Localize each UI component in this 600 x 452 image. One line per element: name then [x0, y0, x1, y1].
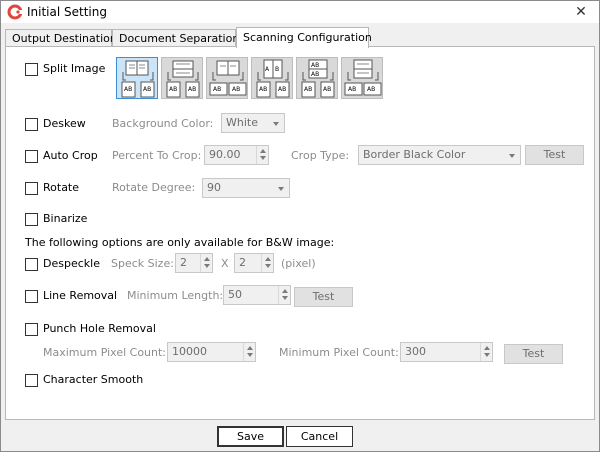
rotate-degree-select[interactable]: 90 — [202, 178, 290, 198]
split-layout-4-icon[interactable]: A B AB AB — [251, 57, 293, 99]
maximum-pixel-count-value: 10000 — [172, 345, 207, 358]
line-removal-test-button[interactable]: Test — [294, 287, 353, 307]
maximum-pixel-count-label: Maximum Pixel Count: — [43, 346, 167, 359]
rotate-checkbox[interactable] — [25, 182, 38, 195]
background-color-label: Background Color: — [112, 117, 214, 130]
binarize-checkbox[interactable] — [25, 213, 38, 226]
minimum-length-value: 50 — [228, 288, 242, 301]
minimum-pixel-count-input[interactable]: 300 — [400, 342, 493, 362]
auto-crop-checkbox[interactable] — [25, 150, 38, 163]
svg-text:AB: AB — [124, 86, 132, 93]
chevron-down-icon — [509, 154, 515, 158]
svg-text:AB: AB — [169, 86, 177, 93]
auto-crop-test-button[interactable]: Test — [525, 145, 584, 165]
bw-options-note: The following options are only available… — [25, 236, 335, 249]
speck-width-spinner[interactable] — [200, 254, 212, 272]
background-color-select[interactable]: White — [221, 113, 285, 133]
minimum-pixel-count-spinner[interactable] — [480, 343, 492, 361]
maximum-pixel-count-spinner[interactable] — [243, 343, 255, 361]
minimum-length-input[interactable]: 50 — [223, 285, 291, 305]
cancel-button[interactable]: Cancel — [286, 426, 353, 447]
auto-crop-label: Auto Crop — [43, 149, 98, 162]
rotate-degree-value: 90 — [207, 181, 221, 194]
svg-text:AB: AB — [348, 86, 356, 93]
minimum-length-label: Minimum Length: — [127, 289, 224, 302]
close-icon[interactable]: ✕ — [571, 2, 591, 22]
speck-size-label: Speck Size: — [111, 257, 174, 270]
line-removal-label: Line Removal — [43, 289, 118, 302]
tab-document-separation[interactable]: Document Separation — [112, 29, 239, 47]
initial-setting-dialog: Initial Setting ✕ Output Destination Doc… — [0, 0, 600, 452]
crop-type-value: Border Black Color — [363, 148, 466, 161]
svg-text:AB: AB — [323, 86, 331, 93]
svg-text:AB: AB — [232, 86, 240, 93]
app-logo-icon — [7, 4, 23, 20]
speck-unit-label: (pixel) — [281, 257, 316, 270]
svg-text:AB: AB — [367, 86, 375, 93]
svg-text:AB: AB — [213, 86, 221, 93]
split-layout-3-icon[interactable]: AB AB — [206, 57, 248, 99]
speck-width-input[interactable]: 2 — [175, 253, 213, 273]
save-button[interactable]: Save — [217, 426, 284, 447]
svg-text:AB: AB — [311, 62, 319, 69]
split-layout-6-icon[interactable]: AB AB — [341, 57, 383, 99]
svg-text:B: B — [275, 66, 279, 73]
speck-height-value: 2 — [239, 256, 246, 269]
title-bar: Initial Setting ✕ — [1, 1, 599, 23]
window-title: Initial Setting — [27, 5, 107, 19]
character-smooth-checkbox[interactable] — [25, 374, 38, 387]
despeckle-checkbox[interactable] — [25, 258, 38, 271]
punch-hole-test-button[interactable]: Test — [504, 344, 563, 364]
svg-text:AB: AB — [311, 71, 319, 78]
tab-output-destination[interactable]: Output Destination — [5, 29, 117, 47]
character-smooth-label: Character Smooth — [43, 373, 144, 386]
binarize-label: Binarize — [43, 212, 88, 225]
deskew-checkbox[interactable] — [25, 118, 38, 131]
svg-text:AB: AB — [278, 86, 286, 93]
split-layout-5-icon[interactable]: AB AB AB AB — [296, 57, 338, 99]
rotate-degree-label: Rotate Degree: — [112, 181, 196, 194]
split-layout-2-icon[interactable]: AB AB — [161, 57, 203, 99]
chevron-down-icon — [273, 122, 279, 126]
scanning-configuration-panel: Split Image AB AB AB AB AB AB A B AB AB … — [5, 46, 595, 420]
rotate-label: Rotate — [43, 181, 80, 194]
percent-to-crop-spinner[interactable] — [256, 146, 268, 164]
svg-text:AB: AB — [143, 86, 151, 93]
percent-to-crop-label: Percent To Crop: — [112, 149, 202, 162]
minimum-pixel-count-value: 300 — [405, 345, 426, 358]
line-removal-checkbox[interactable] — [25, 290, 38, 303]
svg-text:AB: AB — [259, 86, 267, 93]
percent-to-crop-input[interactable]: 90.00 — [204, 145, 269, 165]
speck-width-value: 2 — [180, 256, 187, 269]
background-color-value: White — [226, 116, 258, 129]
maximum-pixel-count-input[interactable]: 10000 — [167, 342, 256, 362]
speck-height-input[interactable]: 2 — [234, 253, 274, 273]
svg-text:AB: AB — [304, 86, 312, 93]
speck-height-spinner[interactable] — [261, 254, 273, 272]
crop-type-label: Crop Type: — [291, 149, 350, 162]
split-layout-1-icon[interactable]: AB AB — [116, 57, 158, 99]
speck-size-x-label: X — [221, 257, 229, 270]
deskew-label: Deskew — [43, 117, 86, 130]
minimum-pixel-count-label: Minimum Pixel Count: — [279, 346, 399, 359]
crop-type-select[interactable]: Border Black Color — [358, 145, 521, 165]
split-image-label: Split Image — [43, 62, 106, 75]
split-image-checkbox[interactable] — [25, 63, 38, 76]
percent-to-crop-value: 90.00 — [209, 148, 241, 161]
svg-text:AB: AB — [188, 86, 196, 93]
chevron-down-icon — [278, 187, 284, 191]
punch-hole-removal-checkbox[interactable] — [25, 323, 38, 336]
minimum-length-spinner[interactable] — [278, 286, 290, 304]
punch-hole-removal-label: Punch Hole Removal — [43, 322, 156, 335]
tab-scanning-configuration[interactable]: Scanning Configuration — [236, 27, 372, 48]
despeckle-label: Despeckle — [43, 257, 100, 270]
